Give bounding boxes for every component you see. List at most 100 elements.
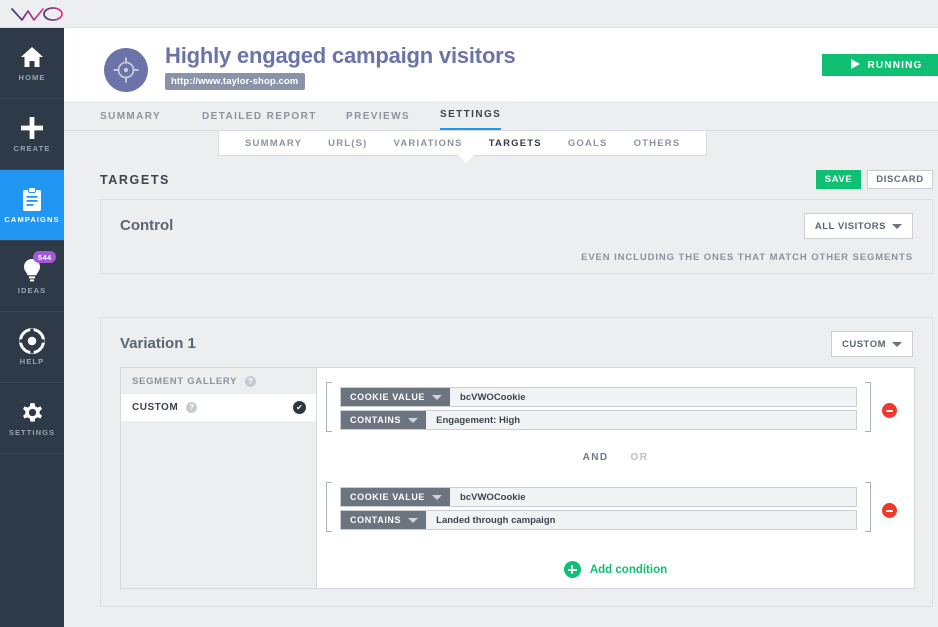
plus-icon [20,115,44,141]
plus-circle-icon [563,561,581,578]
status-badge-label: RUNNING [867,59,923,71]
gear-icon [20,399,45,425]
sidebar-item-label: IDEAS [17,286,47,295]
joiner-and-button[interactable]: AND [583,452,609,463]
subtab-summary[interactable]: SUMMARY [232,138,315,149]
bracket-left [326,382,332,432]
operator-dropdown[interactable]: CONTAINS [341,411,427,429]
subtab-variations[interactable]: VARIATIONS [381,138,476,149]
attribute-dropdown[interactable]: COOKIE VALUE [341,488,451,506]
control-segment-dropdown[interactable]: ALL VISITORS [803,213,913,239]
segment-gallery-header: SEGMENT GALLERY ? [121,368,316,394]
home-icon [20,44,44,70]
help-icon[interactable]: ? [245,375,257,387]
remove-condition-button[interactable] [882,403,897,418]
condition-operator-row: CONTAINS Engagement: High [340,410,857,430]
help-icon[interactable]: ? [186,402,198,413]
attribute-dropdown[interactable]: COOKIE VALUE [341,388,451,406]
bracket-left [326,482,332,532]
variation-segment-dropdown[interactable]: CUSTOM [831,331,913,357]
target-icon [104,48,148,92]
operator-dropdown-label: CONTAINS [350,415,402,425]
variation-card: Variation 1 CUSTOM SEGMENT GALLERY ? CUS… [100,317,933,607]
chevron-down-icon [892,341,902,347]
condition-group: COOKIE VALUE bcVWOCookie CONTAINS Engage… [326,382,871,432]
primary-tab-bar: SUMMARY DETAILED REPORT PREVIEWS SETTING… [64,101,938,131]
control-card-title: Control [120,217,174,234]
add-condition-label: Add condition [589,563,668,576]
attribute-value-input[interactable]: bcVWOCookie [450,488,856,506]
sidebar-item-campaigns[interactable]: CAMPAIGNS [0,170,64,241]
lifebuoy-icon [19,328,45,354]
section-title: TARGETS [100,173,170,187]
control-segment-dropdown-label: ALL VISITORS [814,220,886,232]
sidebar-item-label: CAMPAIGNS [4,215,60,224]
secondary-tab-bar-wrap: SUMMARY URL(S) VARIATIONS TARGETS GOALS … [64,130,938,163]
segment-gallery-item-label: CUSTOM [132,402,179,413]
subtab-urls[interactable]: URL(S) [315,138,380,149]
targets-action-bar: TARGETS SAVE DISCARD [64,161,938,199]
targets-body: Control ALL VISITORS EVEN INCLUDING THE … [64,199,938,619]
campaign-header: Highly engaged campaign visitors http://… [64,28,938,101]
variation-card-title: Variation 1 [120,335,196,352]
remove-condition-button[interactable] [882,503,897,518]
condition-group: COOKIE VALUE bcVWOCookie CONTAINS Landed… [326,482,871,532]
sidebar: HOME CREATE CAMPAIGNS 544 IDEAS HELP SET… [0,28,64,627]
attribute-dropdown-label: COOKIE VALUE [350,392,426,402]
clipboard-icon [22,186,42,212]
chevron-down-icon [408,417,419,423]
campaign-url-badge: http://www.taylor-shop.com [165,73,306,90]
add-condition-button[interactable]: Add condition [317,561,914,578]
segment-gallery-item-custom[interactable]: CUSTOM ? ✔ [121,394,316,421]
bracket-right [865,482,871,532]
top-bar [0,0,938,28]
secondary-tab-bar: SUMMARY URL(S) VARIATIONS TARGETS GOALS … [218,130,708,156]
tab-settings[interactable]: SETTINGS [440,101,502,131]
conditions-panel: COOKIE VALUE bcVWOCookie CONTAINS Engage… [317,368,914,588]
control-card-note: EVEN INCLUDING THE ONES THAT MATCH OTHER… [581,252,913,263]
condition-attribute-row: COOKIE VALUE bcVWOCookie [340,387,857,407]
segment-gallery-header-label: SEGMENT GALLERY [132,375,238,387]
sidebar-item-settings[interactable]: SETTINGS [0,383,64,454]
control-card: Control ALL VISITORS EVEN INCLUDING THE … [100,199,933,274]
save-button[interactable]: SAVE [816,170,861,189]
chevron-down-icon [408,517,419,523]
subtab-targets[interactable]: TARGETS [476,138,555,149]
bracket-right [865,382,871,432]
selected-check-icon: ✔ [293,401,306,414]
sidebar-item-label: CREATE [13,144,51,153]
joiner-or-button[interactable]: OR [631,452,649,463]
segment-gallery-panel: SEGMENT GALLERY ? CUSTOM ? ✔ [121,368,317,588]
sidebar-item-label: HOME [18,73,46,82]
play-icon [851,58,861,72]
sidebar-item-create[interactable]: CREATE [0,99,64,170]
variation-segment-dropdown-label: CUSTOM [842,338,886,350]
status-running-button[interactable]: RUNNING [822,54,938,76]
sidebar-item-help[interactable]: HELP [0,312,64,383]
attribute-value-input[interactable]: bcVWOCookie [450,388,856,406]
ideas-badge: 544 [33,251,57,263]
operator-dropdown-label: CONTAINS [350,515,402,525]
sidebar-item-home[interactable]: HOME [0,28,64,99]
sidebar-item-label: SETTINGS [8,428,56,437]
sidebar-item-label: HELP [19,357,45,366]
sidebar-item-ideas[interactable]: 544 IDEAS [0,241,64,312]
tab-summary[interactable]: SUMMARY [100,101,161,131]
vwo-logo[interactable] [10,4,64,24]
discard-button[interactable]: DISCARD [867,170,933,189]
page-title: Highly engaged campaign visitors [165,43,516,68]
tab-previews[interactable]: PREVIEWS [346,101,410,131]
main-content: Highly engaged campaign visitors http://… [64,28,938,627]
operator-value-input[interactable]: Engagement: High [426,411,856,429]
subtab-goals[interactable]: GOALS [555,138,621,149]
operator-dropdown[interactable]: CONTAINS [341,511,427,529]
condition-attribute-row: COOKIE VALUE bcVWOCookie [340,487,857,507]
attribute-dropdown-label: COOKIE VALUE [350,492,426,502]
condition-operator-row: CONTAINS Landed through campaign [340,510,857,530]
condition-builder: SEGMENT GALLERY ? CUSTOM ? ✔ COOKIE VALU… [120,367,915,589]
tab-detailed-report[interactable]: DETAILED REPORT [202,101,317,131]
subtab-others[interactable]: OTHERS [621,138,694,149]
condition-joiner: AND OR [317,452,914,463]
chevron-down-icon [892,223,902,229]
operator-value-input[interactable]: Landed through campaign [426,511,856,529]
